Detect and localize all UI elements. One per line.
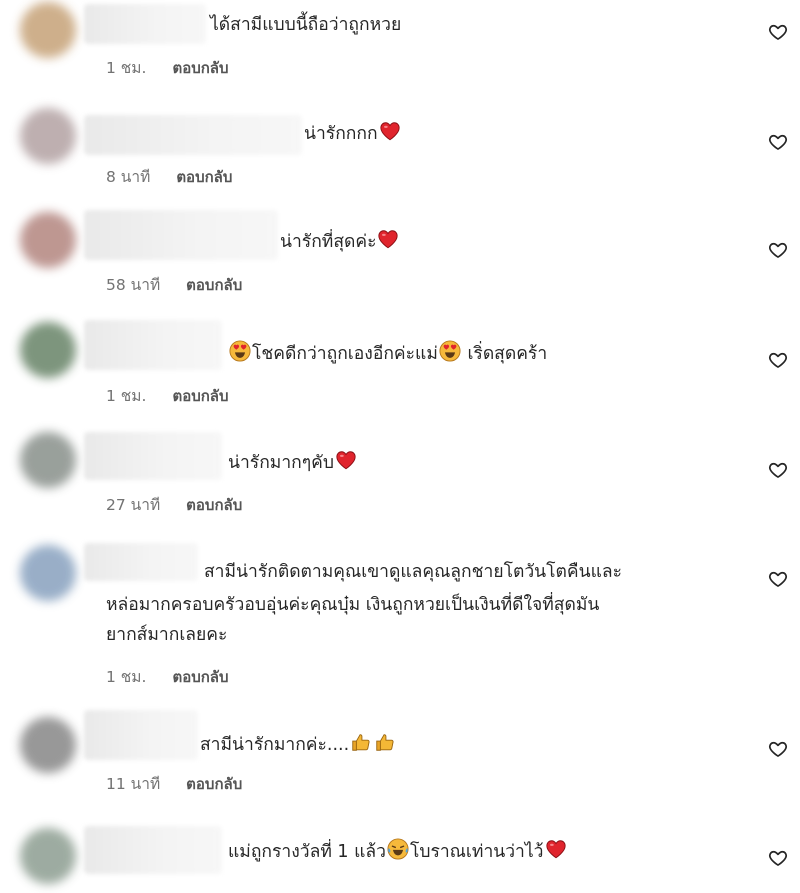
reply-button[interactable]: ตอบกลับ — [186, 496, 242, 514]
comment-time: 58 นาที — [106, 276, 161, 294]
comment-meta: 1 ชม. ตอบกลับ — [106, 664, 229, 689]
comment-text-content: สามีน่ารักมากค่ะ.... — [200, 735, 350, 755]
avatar[interactable] — [20, 545, 76, 601]
avatar[interactable] — [20, 717, 76, 773]
reply-button[interactable]: ตอบกลับ — [172, 59, 228, 77]
comment-time: 11 นาที — [106, 775, 161, 793]
comment-time: 1 ชม. — [106, 59, 147, 77]
comment-text-part-a: โชคดีกว่าถูกเองอีกค่ะแม่ — [252, 344, 438, 364]
avatar[interactable] — [20, 212, 76, 268]
avatar[interactable] — [20, 828, 76, 884]
comment-time: 1 ชม. — [106, 387, 147, 405]
red-heart-emoji — [379, 120, 401, 142]
reply-button[interactable]: ตอบกลับ — [186, 775, 242, 793]
reply-button[interactable]: ตอบกลับ — [176, 168, 232, 186]
comment-text-part-b: โบราณเท่านว่าไว้ — [409, 842, 544, 862]
comment-time: 27 นาที — [106, 496, 161, 514]
comment-text-content: น่ารักกกก — [304, 124, 378, 144]
comment-meta: 8 นาที ตอบกลับ — [106, 164, 232, 189]
avatar[interactable] — [20, 432, 76, 488]
reply-button[interactable]: ตอบกลับ — [186, 276, 242, 294]
comment-text-content: น่ารักที่สุดค่ะ — [280, 232, 377, 252]
comment-text: ได้สามีแบบนี้ถือว่าถูกหวย — [210, 15, 402, 35]
comment-text-content: น่ารักมากๆคับ — [228, 453, 334, 473]
username-blurred[interactable] — [84, 826, 222, 874]
heart-outline-icon[interactable] — [768, 132, 788, 152]
comment-text: สามีน่ารักมากค่ะ.... — [200, 731, 397, 758]
heart-outline-icon[interactable] — [768, 460, 788, 480]
heart-outline-icon[interactable] — [768, 848, 788, 868]
reply-button[interactable]: ตอบกลับ — [172, 668, 228, 686]
heart-eyes-emoji — [439, 340, 461, 362]
comment-text: แม่ถูกรางวัลที่ 1 แล้ว โบราณเท่านว่าไว้ — [228, 838, 568, 865]
comment-text: น่ารักมากๆคับ — [228, 449, 358, 476]
avatar[interactable] — [20, 108, 76, 164]
heart-outline-icon[interactable] — [768, 739, 788, 759]
username-blurred[interactable] — [84, 543, 198, 581]
red-heart-emoji — [335, 449, 357, 471]
red-heart-emoji — [377, 228, 399, 250]
comment-time: 1 ชม. — [106, 668, 147, 686]
comment-meta: 1 ชม. ตอบกลับ — [106, 383, 229, 408]
comment-text-line: สามีน่ารักติดตามคุณเขาดูแลคุณลูกชายโตวัน… — [204, 562, 622, 582]
username-blurred[interactable] — [84, 4, 206, 44]
comment-text: น่ารักกกก — [304, 120, 402, 147]
thumbs-up-emoji — [374, 731, 396, 753]
tears-of-joy-emoji — [387, 838, 409, 860]
comment-text-line: หล่อมากครอบครัวอบอุ่นค่ะคุณบุ๋ม เงินถูกห… — [106, 595, 600, 615]
thumbs-up-emoji — [350, 731, 372, 753]
comment-meta: 27 นาที ตอบกลับ — [106, 492, 242, 517]
comment-text-part-b: เริ่ดสุดคร้า — [467, 344, 548, 364]
username-blurred[interactable] — [84, 432, 222, 480]
comment-text: น่ารักที่สุดค่ะ — [280, 228, 400, 255]
username-blurred[interactable] — [84, 115, 302, 155]
heart-outline-icon[interactable] — [768, 569, 788, 589]
comment-meta: 11 นาที ตอบกลับ — [106, 771, 242, 796]
comment-text-part-a: แม่ถูกรางวัลที่ 1 แล้ว — [228, 842, 386, 862]
avatar[interactable] — [20, 322, 76, 378]
comment-meta: 58 นาที ตอบกลับ — [106, 272, 242, 297]
heart-outline-icon[interactable] — [768, 350, 788, 370]
reply-button[interactable]: ตอบกลับ — [172, 387, 228, 405]
username-blurred[interactable] — [84, 710, 198, 760]
username-blurred[interactable] — [84, 210, 278, 260]
username-blurred[interactable] — [84, 320, 222, 370]
avatar[interactable] — [20, 2, 76, 58]
comment-meta: 1 ชม. ตอบกลับ — [106, 55, 229, 80]
heart-eyes-emoji — [229, 340, 251, 362]
comment-text-line: ยากส์มากเลยคะ — [106, 625, 228, 645]
heart-outline-icon[interactable] — [768, 22, 788, 42]
comment-time: 8 นาที — [106, 168, 151, 186]
heart-outline-icon[interactable] — [768, 240, 788, 260]
comment-text: โชคดีกว่าถูกเองอีกค่ะแม่ เริ่ดสุดคร้า — [228, 340, 547, 367]
red-heart-emoji — [545, 838, 567, 860]
